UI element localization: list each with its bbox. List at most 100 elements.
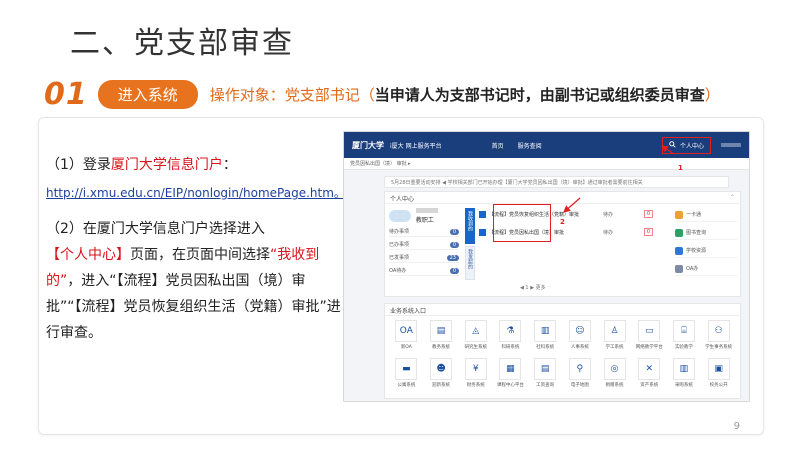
personal-center-label: 个人中心 <box>679 142 704 150</box>
portal-link[interactable]: http://i.xmu.edu.cn/EIP/nonlogin/homePag… <box>46 180 346 206</box>
system-label: 采购系统 <box>674 383 693 388</box>
system-tile[interactable]: ◬ 研究生系统 <box>458 320 493 356</box>
tool-oa[interactable]: OA办 <box>675 262 737 276</box>
entry-header: 业务系统入口 <box>385 304 740 316</box>
tools-list: 一卡通 图书查询 学校资源 OA办 <box>675 208 737 280</box>
annotation-step-1: 1 <box>678 164 683 172</box>
portal-logo: 厦门大学 <box>352 140 384 150</box>
person-icon: ⚇ <box>707 320 730 342</box>
system-tile[interactable]: ⚇ 学生事务系统 <box>701 320 736 356</box>
menu-item-done[interactable]: 已办事项 0 <box>389 240 459 250</box>
system-label: 学工系统 <box>605 345 624 350</box>
target-bold: 当申请人为支部书记时，由副书记或组织委员审查 <box>374 85 705 104</box>
notice-bar: 5月28日重要活动安排 ◀ 学校相关部门已开始办理【厦门大学党员因私出国（境）审… <box>384 176 729 188</box>
system-label: 财务系统 <box>466 383 485 388</box>
system-tile[interactable]: ⌸ 实验教学 <box>667 320 702 356</box>
system-tile[interactable]: ▦ 课程中心平台 <box>493 358 528 394</box>
system-tile[interactable]: ▤ 工资查询 <box>528 358 563 394</box>
system-tile[interactable]: ☻ 迎新系统 <box>424 358 459 394</box>
user-info: 教职工 <box>415 208 438 224</box>
system-label: 资产系统 <box>640 383 659 388</box>
step2-a: （2）在厦门大学信息门户选择进入 <box>46 221 265 237</box>
step-2: （2）在厦门大学信息门户选择进入【个人中心】页面，在页面中间选择“我收到的”，进… <box>46 216 346 346</box>
lab-icon: ⌸ <box>672 320 695 342</box>
panel-title: 个人中心 <box>390 196 415 203</box>
chart-icon: ▥ <box>534 320 557 342</box>
system-tile[interactable]: ☺ 人事系统 <box>563 320 598 356</box>
menu-count: 23 <box>446 254 459 261</box>
system-tile[interactable]: ♙ 学工系统 <box>597 320 632 356</box>
operation-target: 操作对象：党支部书记（当申请人为支部书记时，由副书记或组织委员审查） <box>210 84 720 105</box>
system-label: 课程中心平台 <box>496 383 524 388</box>
tab-received[interactable]: 我收到的 <box>465 208 475 244</box>
search-icon[interactable] <box>669 140 676 150</box>
count-row: 待办 0 <box>603 226 653 238</box>
personal-center-button[interactable]: 个人中心 <box>661 136 711 154</box>
user-name-blurred <box>721 143 741 147</box>
pager[interactable]: ◀ 1 ▶ 更多 <box>520 284 546 291</box>
graduate-icon: ◬ <box>464 320 487 342</box>
system-label: 电子地图 <box>570 383 589 388</box>
system-tile[interactable]: ⚲ 电子地图 <box>563 358 598 394</box>
tool-library[interactable]: 图书查询 <box>675 226 737 240</box>
tool-card[interactable]: 一卡通 <box>675 208 737 222</box>
student-icon: ♙ <box>603 320 626 342</box>
system-label: 网络教学平台 <box>635 345 663 350</box>
system-grid: OA 新OA ▤ 教务系统 ◬ 研究生系统 ⚗ 科研系统 ▥ 社科系统 ☺ 人事系统 ♙ 学工… <box>385 316 740 394</box>
menu-item-oa[interactable]: OA待办 0 <box>389 266 459 276</box>
system-label: 学生事务系统 <box>705 345 733 350</box>
oa-icon: OA <box>395 320 418 342</box>
menu-count: 0 <box>449 228 459 235</box>
system-tile[interactable]: ▤ 教务系统 <box>424 320 459 356</box>
breadcrumb: 党员因私出国（境） 审批 ▸ <box>344 158 749 170</box>
system-tile[interactable]: ▥ 社科系统 <box>528 320 563 356</box>
system-tile[interactable]: ¥ 财务系统 <box>458 358 493 394</box>
card-icon <box>675 210 683 219</box>
system-label: 迎新系统 <box>432 383 451 388</box>
system-tile[interactable]: ⚗ 科研系统 <box>493 320 528 356</box>
task-counts: 待办 0 待办 0 <box>603 208 653 244</box>
system-tile[interactable]: OA 新OA <box>389 320 424 356</box>
menu-count: 0 <box>449 241 459 248</box>
step1-portal: 厦门大学信息门户 <box>110 157 223 173</box>
menu-item-todo[interactable]: 待办事项 0 <box>389 227 459 237</box>
chevron-icon[interactable]: ⌃ <box>730 194 735 201</box>
system-tile[interactable]: ◎ 捐赠系统 <box>597 358 632 394</box>
system-label: 捐赠系统 <box>605 383 624 388</box>
system-tile[interactable]: ✕ 资产系统 <box>632 358 667 394</box>
count-value: 0 <box>643 210 653 218</box>
system-entry-panel: 业务系统入口 OA 新OA ▤ 教务系统 ◬ 研究生系统 ⚗ 科研系统 ▥ 社科系统 ☺ 人… <box>384 303 741 399</box>
tool-label: 一卡通 <box>686 212 702 218</box>
portal-navbar: 厦门大学 i厦大 网上服务平台 首页 服务查阅 个人中心 <box>344 132 749 158</box>
menu-item-sent[interactable]: 已发事项 23 <box>389 253 459 263</box>
tool-label: 学校资源 <box>686 248 707 254</box>
user-name-blurred <box>415 208 438 213</box>
calendar-icon: ▦ <box>499 358 522 380</box>
book-icon <box>675 228 683 237</box>
target-prefix: 操作对象：党支部书记（ <box>209 85 375 104</box>
tool-label: OA办 <box>686 266 699 272</box>
instructions: （1）登录厦门大学信息门户： http://i.xmu.edu.cn/EIP/n… <box>46 152 346 346</box>
step-1: （1）登录厦门大学信息门户： <box>46 152 346 178</box>
nav-services[interactable]: 服务查阅 <box>518 141 542 150</box>
count-label: 待办 <box>603 211 614 218</box>
section-header: 01 进入系统 操作对象：党支部书记（当申请人为支部书记时，由副书记或组织委员审… <box>44 74 720 114</box>
research-icon: ⚗ <box>499 320 522 342</box>
page-title: 二、党支部审查 <box>70 26 294 61</box>
tool-resources[interactable]: 学校资源 <box>675 244 737 258</box>
step2-b: 页面，在页面中间选择 <box>130 247 270 263</box>
system-tile[interactable]: ▣ 校务公开 <box>701 358 736 394</box>
system-label: 公寓系统 <box>397 383 416 388</box>
system-tile[interactable]: ▬ 公寓系统 <box>389 358 424 394</box>
document-icon: ▤ <box>534 358 557 380</box>
step2-personal-center: 【个人中心】 <box>46 247 130 263</box>
nav-home[interactable]: 首页 <box>492 141 504 150</box>
cart-icon: ▥ <box>672 358 695 380</box>
menu-count: 0 <box>449 267 459 274</box>
system-label: 校务公开 <box>709 383 728 388</box>
system-label: 社科系统 <box>536 345 555 350</box>
system-tile[interactable]: ▥ 采购系统 <box>667 358 702 394</box>
tab-received-label: 我收到的 <box>467 211 473 231</box>
tab-sent[interactable]: 我发起的 <box>465 246 475 280</box>
system-tile[interactable]: ▭ 网络教学平台 <box>632 320 667 356</box>
